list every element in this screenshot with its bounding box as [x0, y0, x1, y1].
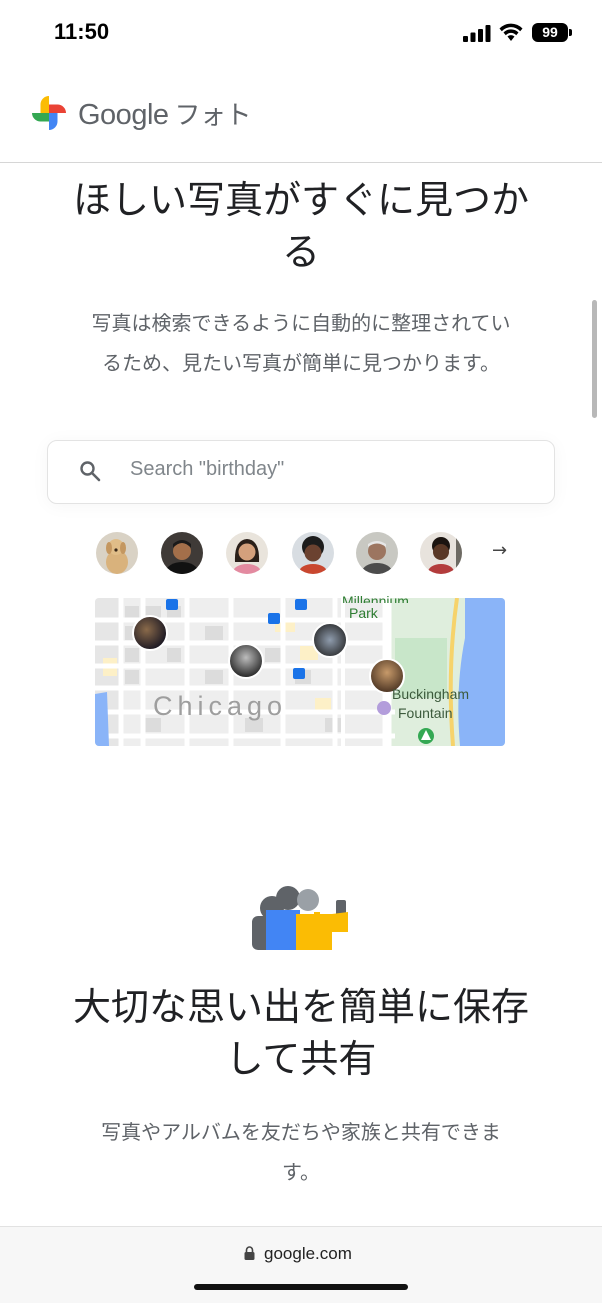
- google-photos-logo-icon[interactable]: [30, 94, 68, 132]
- lock-icon: [244, 1246, 255, 1260]
- cellular-signal-icon: [463, 25, 491, 42]
- browser-address-bar[interactable]: [0, 1226, 602, 1303]
- section1-desc-line2: るため、見たい写真が簡単に見つかります。: [102, 351, 500, 375]
- battery-cap: [569, 29, 572, 36]
- share-people-illustration-icon: [252, 886, 348, 950]
- search-icon: [80, 461, 101, 482]
- search-placeholder: Search "birthday": [130, 458, 285, 480]
- map-view[interactable]: [95, 598, 505, 746]
- section2-desc-line2: す。: [282, 1160, 320, 1184]
- section1-desc-line1: 写真は検索できるように自動的に整理されてい: [91, 311, 511, 335]
- brand-google: Google: [78, 99, 169, 131]
- people-arrow-icon[interactable]: →: [492, 540, 507, 561]
- map-label-millennium: Millennium: [342, 594, 409, 603]
- section1-heading-line1: ほしい写真がすぐに見つか: [72, 178, 529, 222]
- brand-name[interactable]: Google フォト: [78, 95, 252, 132]
- section2-heading-line1: 大切な思い出を簡単に保存: [72, 985, 529, 1029]
- url-text[interactable]: google.com: [264, 1244, 352, 1264]
- avatar-dog[interactable]: [96, 532, 138, 574]
- section1-heading-line2: る: [281, 230, 320, 274]
- map-label-city: Chicago: [153, 691, 288, 721]
- wifi-icon: [499, 23, 523, 41]
- home-indicator[interactable]: [194, 1284, 408, 1290]
- brand-photos: フォト: [174, 101, 252, 131]
- avatar-person-1[interactable]: [161, 532, 203, 574]
- page-scrollbar[interactable]: [592, 300, 597, 418]
- map-label-park: Park: [349, 605, 378, 621]
- avatar-person-3[interactable]: [292, 532, 334, 574]
- avatar-person-2[interactable]: [226, 532, 268, 574]
- section2-heading-line2: して共有: [225, 1037, 377, 1081]
- avatar-person-4[interactable]: [356, 532, 398, 574]
- section2-desc-line1: 写真やアルバムを友だちや家族と共有できま: [101, 1120, 501, 1144]
- status-time: 11:50: [54, 19, 110, 44]
- map-label-fountain-1: Buckingham: [392, 686, 470, 702]
- battery-indicator: 99: [532, 23, 568, 42]
- avatar-person-5[interactable]: [420, 532, 462, 574]
- search-box[interactable]: [47, 440, 555, 504]
- map-label-fountain-2: Fountain: [398, 705, 453, 721]
